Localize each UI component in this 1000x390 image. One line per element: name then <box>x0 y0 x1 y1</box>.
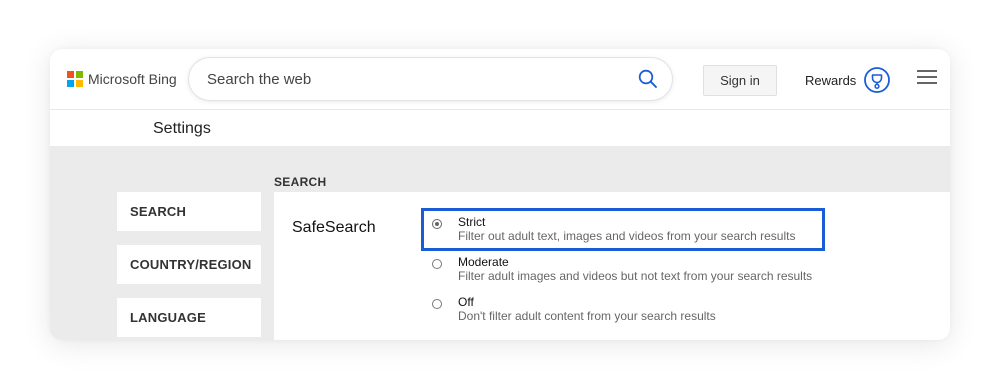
header-bar: Microsoft Bing Sign in Rewards <box>50 49 950 109</box>
page-title: Settings <box>153 120 211 137</box>
rewards-button[interactable]: Rewards <box>805 67 891 93</box>
safesearch-label: SafeSearch <box>292 219 376 236</box>
option-title: Moderate <box>458 255 509 269</box>
option-title: Strict <box>458 215 486 229</box>
sidebar-item-language[interactable]: LANGUAGE <box>117 298 261 337</box>
sidebar-item-search[interactable]: SEARCH <box>117 192 261 231</box>
rewards-label: Rewards <box>805 72 857 88</box>
bing-settings-window: Microsoft Bing Sign in Rewards Settings <box>50 49 950 340</box>
bing-logo[interactable]: Microsoft Bing <box>67 71 177 87</box>
option-description: Filter adult images and videos but not t… <box>458 269 813 283</box>
option-strict[interactable]: Strict Filter out adult text, images and… <box>432 215 795 244</box>
hamburger-menu-icon[interactable] <box>917 70 937 86</box>
search-box <box>189 58 672 100</box>
off-radio[interactable] <box>432 299 442 309</box>
sidebar-item-country-region[interactable]: COUNTRY/REGION <box>117 245 261 284</box>
settings-content: SEARCH COUNTRY/REGION LANGUAGE SEARCH Sa… <box>50 146 950 340</box>
option-description: Filter out adult text, images and videos… <box>458 229 796 243</box>
sign-in-button[interactable]: Sign in <box>703 65 777 96</box>
microsoft-logo-icon <box>67 71 83 87</box>
brand-name: Microsoft Bing <box>88 71 177 87</box>
option-title: Off <box>458 295 474 309</box>
search-input[interactable] <box>207 58 627 100</box>
option-off[interactable]: Off Don't filter adult content from your… <box>432 295 716 324</box>
option-moderate[interactable]: Moderate Filter adult images and videos … <box>432 255 812 284</box>
option-description: Don't filter adult content from your sea… <box>458 309 716 323</box>
section-title: SEARCH <box>274 175 327 189</box>
safesearch-panel: SafeSearch Strict Filter out adult text,… <box>274 192 950 340</box>
moderate-radio[interactable] <box>432 259 442 269</box>
search-icon[interactable] <box>638 69 658 89</box>
settings-bar: Settings <box>50 109 950 147</box>
rewards-trophy-icon <box>864 67 891 93</box>
strict-radio[interactable] <box>432 219 442 229</box>
